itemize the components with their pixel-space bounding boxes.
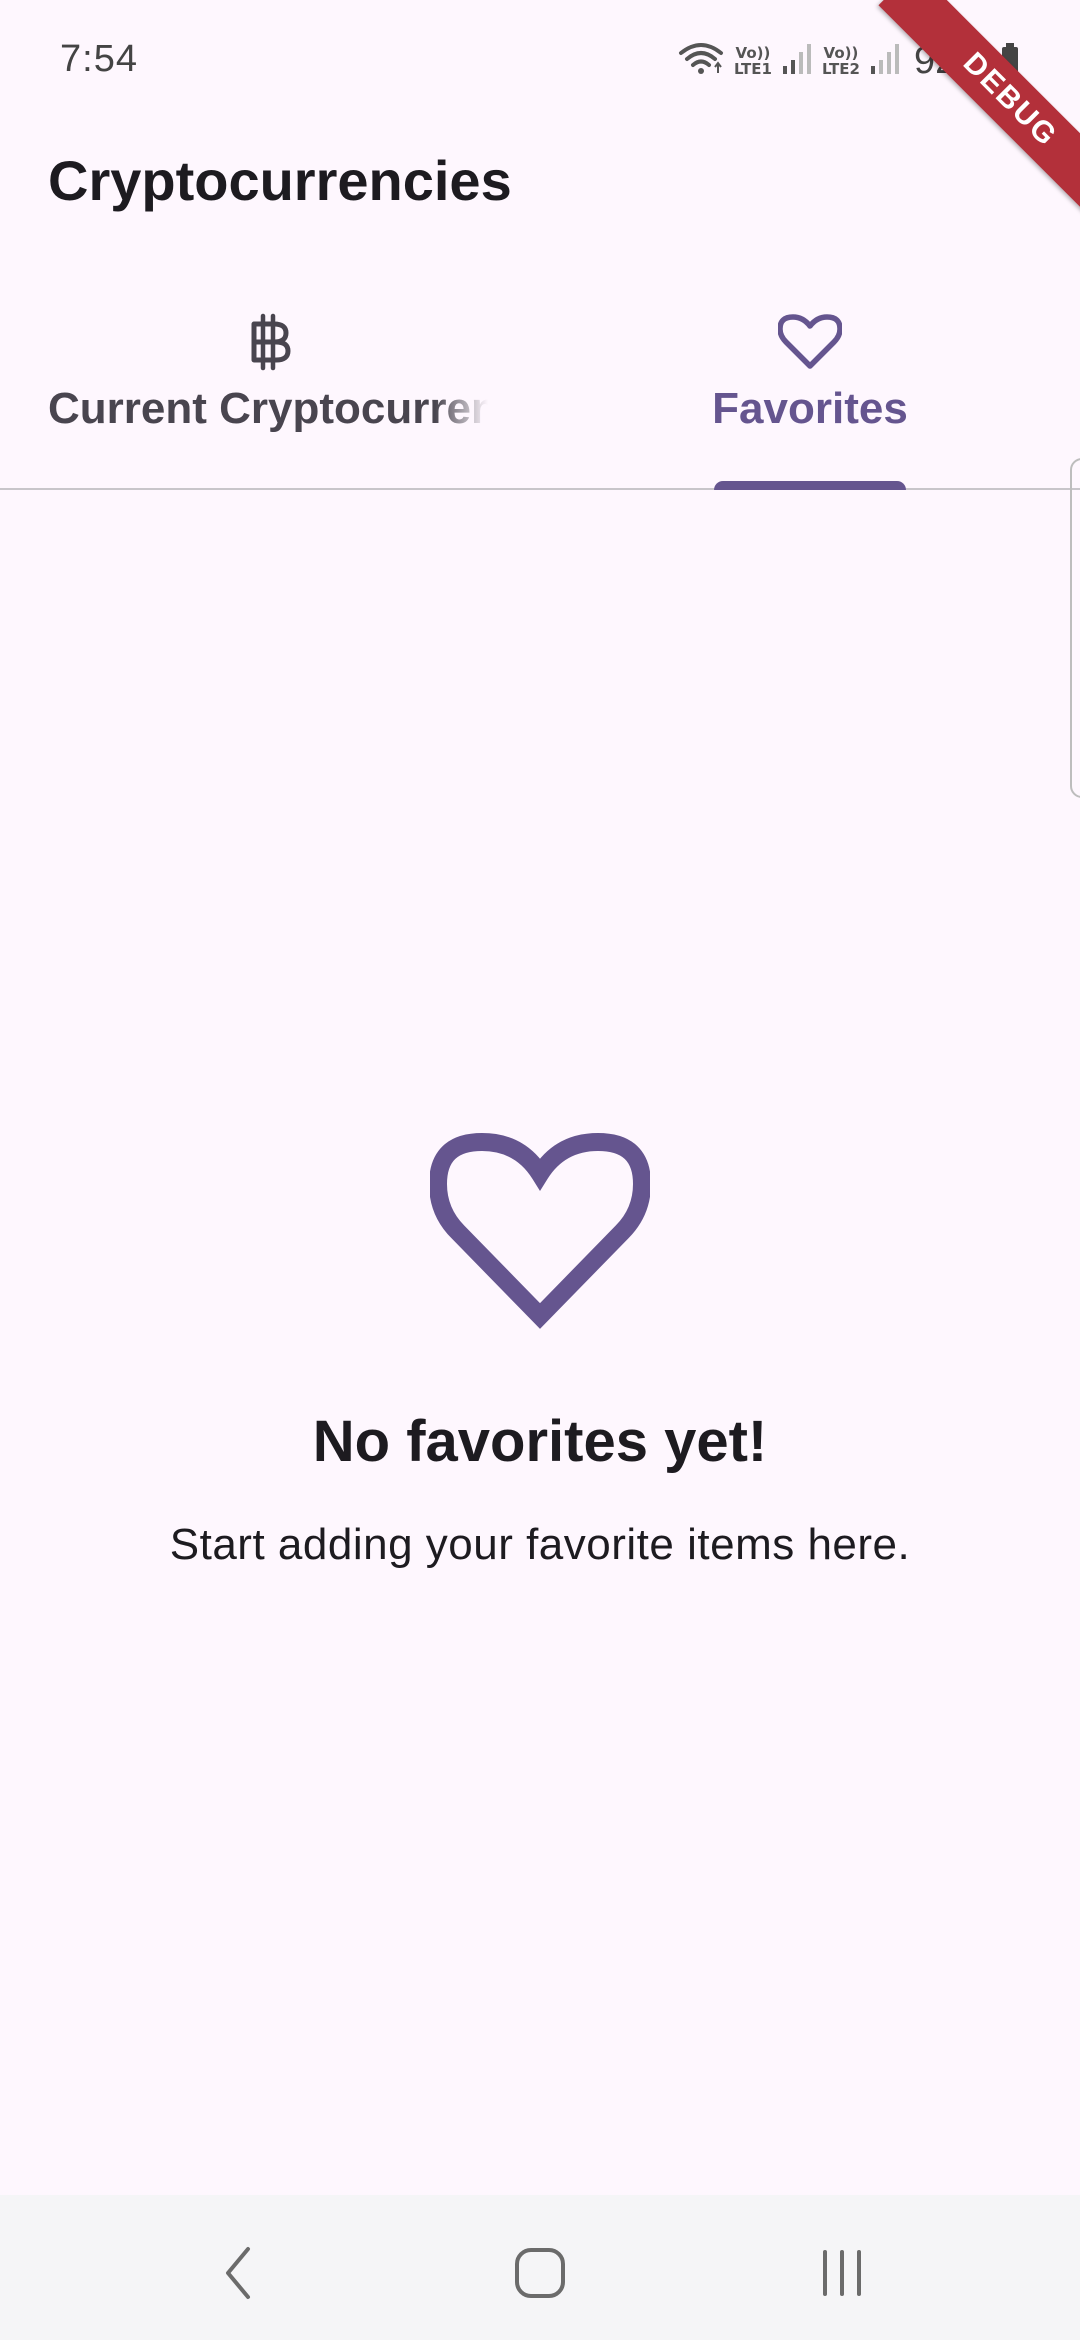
sim1-volte-bottom: LTE1	[733, 60, 772, 78]
tab-bar: Current Cryptocurrencies Favorites	[0, 290, 1080, 490]
status-time: 7:54	[60, 38, 138, 80]
wifi-icon	[678, 41, 724, 82]
back-icon	[218, 2243, 258, 2308]
tab-label-favorites: Favorites	[712, 384, 908, 433]
sim2-volte-bottom: LTE2	[821, 60, 860, 78]
empty-state-subtitle: Start adding your favorite items here.	[169, 1520, 911, 1569]
recents-button[interactable]	[802, 2235, 882, 2315]
tab-label-current: Current Cryptocurrencies	[48, 384, 488, 433]
edge-panel-handle[interactable]	[1070, 458, 1080, 798]
empty-state-heart-icon	[428, 1120, 652, 1340]
back-button[interactable]	[198, 2235, 278, 2315]
sim2-volte-label: Vo)) LTE2	[822, 45, 860, 77]
sim1-volte-label: Vo)) LTE1	[734, 45, 772, 77]
page-title: Cryptocurrencies	[48, 149, 512, 212]
signal-sim2-icon	[870, 42, 900, 81]
tab-selected-indicator	[714, 481, 906, 490]
signal-sim1-icon	[782, 42, 812, 81]
recents-icon	[817, 2248, 867, 2303]
system-navigation-bar	[0, 2195, 1080, 2340]
tab-favorites[interactable]: Favorites	[540, 290, 1080, 490]
sim2-volte-top: Vo))	[823, 44, 859, 62]
sim1-volte-top: Vo))	[735, 44, 771, 62]
tab-current-cryptocurrencies[interactable]: Current Cryptocurrencies	[0, 290, 540, 488]
empty-state-title: No favorites yet!	[312, 1409, 768, 1474]
heart-outline-icon	[540, 312, 1080, 372]
home-button[interactable]	[500, 2235, 580, 2315]
home-icon	[512, 2245, 568, 2306]
bitcoin-icon	[0, 312, 540, 372]
